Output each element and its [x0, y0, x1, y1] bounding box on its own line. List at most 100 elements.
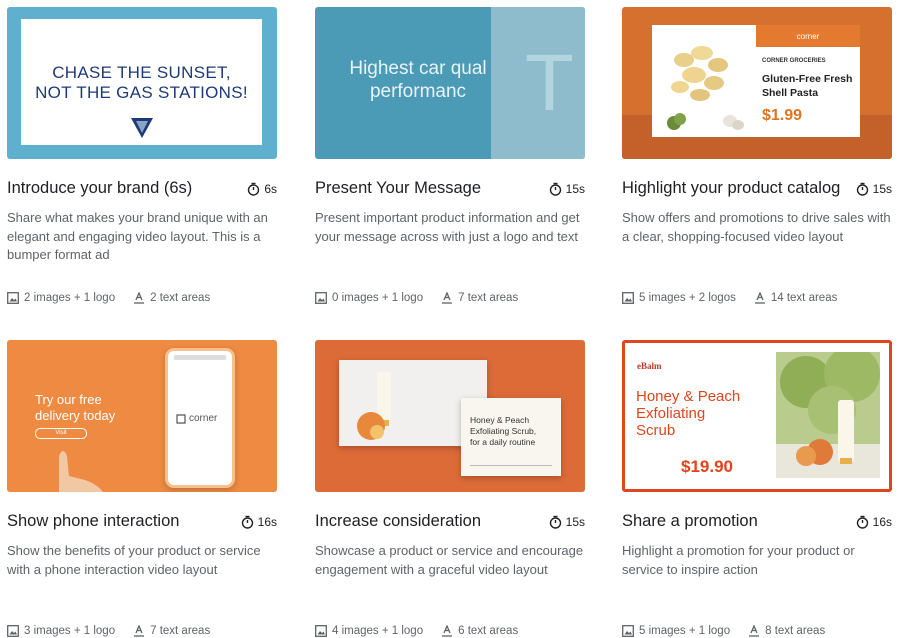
- card-title: Present Your Message: [315, 179, 482, 197]
- thumb-divider: [470, 465, 552, 466]
- duration: 15s: [856, 182, 892, 196]
- text-format-icon: [442, 625, 453, 637]
- thumb-text-line3: for a daily routine: [470, 437, 536, 447]
- text-format-icon: [442, 292, 453, 304]
- text-areas-count: 7 text areas: [150, 625, 211, 637]
- thumb-phone: corner: [165, 348, 235, 488]
- image-icon: [315, 292, 327, 304]
- card-title: Show phone interaction: [7, 512, 180, 530]
- card-meta: 3 images + 1 logo 7 text areas: [7, 625, 228, 637]
- thumb-headline-line1: CHASE THE SUNSET,: [52, 63, 231, 82]
- card-description: Showcase a product or service and encour…: [315, 543, 584, 577]
- thumb-big-letter: T: [525, 38, 574, 127]
- timer-icon: [549, 515, 561, 529]
- card-title: Increase consideration: [315, 512, 482, 530]
- thumb-headline-line1: Highest car qual: [349, 58, 487, 79]
- text-format-icon: [749, 625, 760, 637]
- images-count: 5 images + 1 logo: [639, 625, 731, 637]
- thumb-headline-line1: Honey & Peach: [636, 388, 741, 405]
- duration: 15s: [549, 182, 585, 196]
- text-areas-count: 7 text areas: [458, 292, 519, 304]
- duration: 6s: [247, 182, 277, 196]
- card-meta: 2 images + 1 logo 2 text areas: [7, 292, 228, 304]
- duration-label: 6s: [264, 182, 277, 196]
- card-title: Introduce your brand (6s): [7, 179, 193, 197]
- images-count: 3 images + 1 logo: [24, 625, 116, 637]
- card-description: Show offers and promotions to drive sale…: [622, 210, 891, 244]
- text-areas-count: 14 text areas: [770, 292, 838, 304]
- template-card-phone-interaction[interactable]: Try our free delivery today Visit corner…: [7, 340, 277, 638]
- duration-label: 16s: [872, 515, 892, 529]
- card-meta: 4 images + 1 logo 6 text areas: [315, 625, 536, 637]
- timer-icon: [856, 182, 868, 196]
- template-card-share-promotion[interactable]: eBalm Honey & Peach Exfoliating Scrub $1…: [622, 340, 892, 638]
- thumb-product-photo: [776, 352, 880, 478]
- text-format-icon: [134, 625, 145, 637]
- timer-icon: [248, 182, 260, 196]
- thumb-text-line2: Exfoliating Scrub,: [470, 426, 537, 436]
- card-meta: 0 images + 1 logo 7 text areas: [315, 292, 536, 304]
- thumb-headline-line2: delivery today: [35, 408, 116, 423]
- text-areas-count: 8 text areas: [765, 625, 826, 637]
- text-areas-count: 6 text areas: [458, 625, 519, 637]
- brand-logo-icon: [131, 118, 153, 138]
- duration: 16s: [856, 515, 892, 529]
- thumb-price: $19.90: [681, 457, 733, 476]
- card-meta: 5 images + 1 logo 8 text areas: [622, 625, 843, 637]
- image-icon: [315, 625, 327, 637]
- images-count: 4 images + 1 logo: [332, 625, 424, 637]
- thumb-headline-line2: Exfoliating: [636, 405, 706, 422]
- thumb-text-card: Honey & Peach Exfoliating Scrub, for a d…: [461, 398, 561, 476]
- text-format-icon: [134, 292, 145, 304]
- timer-icon: [241, 515, 253, 529]
- template-card-product-catalog[interactable]: corner CORNER GROCERIES Gluten-Free Fres…: [622, 7, 892, 307]
- text-areas-count: 2 text areas: [150, 292, 211, 304]
- thumb-brand-logo: corner: [796, 31, 820, 41]
- template-card-introduce-brand[interactable]: CHASE THE SUNSET, NOT THE GAS STATIONS! …: [7, 7, 277, 307]
- duration: 15s: [549, 515, 585, 529]
- duration-label: 15s: [565, 515, 585, 529]
- thumbnail: Try our free delivery today Visit corner: [7, 340, 277, 492]
- thumb-product-photo: [652, 25, 756, 137]
- image-icon: [7, 625, 19, 637]
- thumb-headline-line2: performanc: [369, 81, 467, 102]
- image-icon: [7, 292, 19, 304]
- thumbnail: eBalm Honey & Peach Exfoliating Scrub $1…: [622, 340, 892, 492]
- card-description: Present important product information an…: [315, 210, 580, 244]
- card-meta: 5 images + 2 logos 14 text areas: [622, 292, 855, 304]
- card-description: Highlight a promotion for your product o…: [622, 543, 855, 577]
- timer-icon: [549, 182, 561, 196]
- thumb-price: $1.99: [762, 107, 803, 124]
- duration-label: 15s: [872, 182, 892, 196]
- template-card-increase-consideration[interactable]: Honey & Peach Exfoliating Scrub, for a d…: [315, 340, 585, 638]
- template-card-present-message[interactable]: Highest car qual performanc T Present Yo…: [315, 7, 585, 307]
- thumb-headline-line2: NOT THE GAS STATIONS!: [35, 83, 248, 102]
- duration-label: 15s: [565, 182, 585, 196]
- thumb-phone-brand: corner: [189, 413, 218, 424]
- duration: 16s: [241, 515, 277, 529]
- images-count: 2 images + 1 logo: [24, 292, 116, 304]
- finger-image-icon: [59, 451, 103, 492]
- duration-label: 16s: [257, 515, 277, 529]
- thumbnail: Highest car qual performanc T: [315, 7, 585, 159]
- images-count: 5 images + 2 logos: [639, 292, 736, 304]
- pasta-image-icon: [667, 46, 744, 130]
- image-icon: [622, 292, 634, 304]
- card-description: Share what makes your brand unique with …: [7, 210, 268, 262]
- timer-icon: [856, 515, 868, 529]
- image-icon: [622, 625, 634, 637]
- thumb-headline-line1: Try our free: [35, 392, 102, 407]
- thumb-store-name: CORNER GROCERIES: [762, 58, 826, 64]
- card-title: Share a promotion: [622, 512, 758, 530]
- tube-and-peach-image-icon: [776, 352, 880, 478]
- thumb-brand-logo: eBalm: [637, 361, 662, 371]
- text-format-icon: [754, 292, 765, 304]
- thumb-text-line1: Honey & Peach: [470, 415, 530, 425]
- corner-logo-icon: [176, 413, 186, 424]
- card-title: Highlight your product catalog: [622, 179, 841, 197]
- thumb-product-card: corner CORNER GROCERIES Gluten-Free Fres…: [756, 25, 860, 137]
- thumbnail: Honey & Peach Exfoliating Scrub, for a d…: [315, 340, 585, 492]
- images-count: 0 images + 1 logo: [332, 292, 424, 304]
- thumb-headline-line3: Scrub: [636, 422, 676, 439]
- thumbnail: corner CORNER GROCERIES Gluten-Free Fres…: [622, 7, 892, 159]
